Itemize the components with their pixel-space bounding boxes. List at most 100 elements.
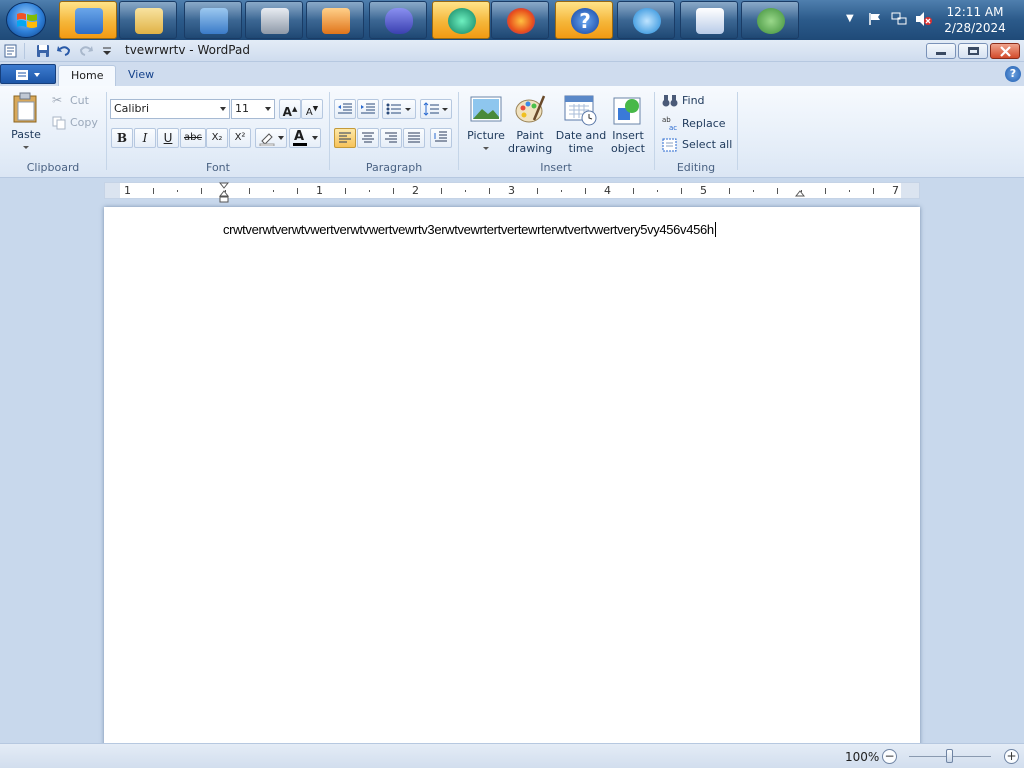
align-left-button[interactable] — [334, 128, 356, 148]
justify-button[interactable] — [403, 128, 425, 148]
highlight-color-button[interactable] — [255, 128, 287, 148]
ribbon-tab-row: Home View ? — [0, 62, 1024, 86]
bullet-list-button[interactable] — [382, 99, 416, 119]
ruler-left-margin — [105, 183, 120, 198]
bold-button[interactable]: B — [111, 128, 133, 148]
tab-view[interactable]: View — [116, 65, 166, 86]
grow-font-button[interactable]: A▲ — [279, 99, 301, 119]
taskbar-calculator[interactable] — [245, 1, 303, 39]
font-family-value: Calibri — [114, 102, 150, 115]
hanging-indent-marker-icon[interactable] — [219, 190, 229, 204]
zoom-slider-thumb[interactable] — [946, 749, 953, 763]
ruler-dot — [849, 190, 850, 192]
undo-icon[interactable] — [56, 43, 72, 59]
align-center-button[interactable] — [357, 128, 379, 148]
line-spacing-button[interactable] — [420, 99, 452, 119]
windows-logo-icon — [17, 13, 37, 28]
customize-quick-access-icon[interactable] — [99, 43, 115, 59]
zoom-out-button[interactable]: − — [882, 749, 897, 764]
taskbar-windows-explorer[interactable] — [119, 1, 177, 39]
ruler[interactable]: 1 1 2 3 4 5 7 — [104, 182, 920, 203]
paint-drawing-label-line1: Paint — [516, 129, 544, 142]
font-size-select[interactable]: 11 — [231, 99, 275, 119]
ruler-number: 1 — [124, 184, 131, 197]
document-text[interactable]: crwtverwtverwtvwertverwtvwertvewrtv3erwt… — [223, 222, 714, 237]
date-and-time-label-line2: time — [568, 142, 594, 155]
taskbar-control-panel[interactable] — [59, 1, 117, 39]
wordpad-app-icon[interactable] — [3, 43, 19, 59]
align-right-button[interactable] — [380, 128, 402, 148]
taskbar-help[interactable]: ? — [555, 1, 613, 39]
help-icon: ? — [571, 8, 599, 34]
taskbar-remote-desktop[interactable] — [184, 1, 242, 39]
close-button[interactable] — [990, 43, 1020, 59]
italic-button[interactable]: I — [134, 128, 156, 148]
minimize-button[interactable] — [926, 43, 956, 59]
paragraph-settings-button[interactable] — [430, 128, 452, 148]
document-page[interactable]: crwtverwtverwtvwertverwtvwertvewrtv3erwt… — [104, 207, 920, 747]
select-all-label: Select all — [682, 138, 733, 151]
ruler-tick — [873, 188, 874, 194]
date-and-time-button[interactable]: Date and time — [555, 92, 607, 156]
minimize-icon — [936, 52, 946, 55]
redo-icon[interactable] — [78, 43, 94, 59]
picture-dropdown-arrow-icon — [483, 147, 489, 150]
clock[interactable]: 12:11 AM 2/28/2024 — [940, 4, 1010, 36]
replace-button[interactable]: ab ac Replace — [662, 115, 732, 132]
save-icon[interactable] — [35, 43, 51, 59]
taskbar-windows-update[interactable] — [741, 1, 799, 39]
shrink-font-button[interactable]: A▼ — [301, 99, 323, 119]
restore-icon — [968, 47, 979, 55]
font-color-button[interactable]: A — [289, 128, 321, 148]
action-center-flag-icon[interactable] — [868, 12, 882, 26]
tab-home[interactable]: Home — [58, 65, 117, 86]
paint-drawing-button[interactable]: Paint drawing — [508, 92, 552, 156]
chevron-down-icon — [278, 136, 284, 140]
ruler-tick — [249, 188, 250, 194]
taskbar-green-orb-app[interactable] — [432, 1, 490, 39]
taskbar: ? ▼ 12:11 AM 2/28/2024 — [0, 0, 1024, 40]
ruler-dot — [177, 190, 178, 192]
editing-group-label: Editing — [676, 161, 716, 174]
taskbar-internet-explorer[interactable] — [617, 1, 675, 39]
application-menu-button[interactable] — [0, 64, 56, 84]
decrease-indent-button[interactable] — [334, 99, 356, 119]
show-hidden-icons-icon[interactable]: ▼ — [846, 13, 854, 24]
right-indent-marker-icon[interactable] — [795, 190, 805, 198]
zoom-level-text[interactable]: 100% — [845, 750, 879, 764]
paste-icon — [13, 92, 37, 123]
increase-indent-button[interactable] — [357, 99, 379, 119]
taskbar-infinity-app[interactable] — [369, 1, 427, 39]
underline-button[interactable]: U — [157, 128, 179, 148]
replace-icon: abac — [662, 116, 677, 131]
taskbar-media-player[interactable] — [306, 1, 364, 39]
superscript-button[interactable]: X² — [229, 128, 251, 148]
zoom-in-button[interactable]: + — [1004, 749, 1019, 764]
find-button[interactable]: Find — [662, 93, 732, 110]
ruler-number: 7 — [892, 184, 899, 197]
first-line-indent-marker-icon[interactable] — [219, 182, 229, 190]
help-icon[interactable]: ? — [1005, 66, 1021, 82]
taskbar-firefox[interactable] — [491, 1, 549, 39]
ruler-tick — [825, 188, 826, 194]
ruler-tick — [153, 188, 154, 194]
copy-button[interactable]: Copy — [52, 115, 102, 132]
insert-object-label-line1: Insert — [612, 129, 644, 142]
picture-button[interactable]: Picture — [464, 92, 508, 156]
paste-button[interactable]: Paste — [6, 90, 46, 156]
document-text-line[interactable]: crwtverwtverwtvwertverwtvwertvewrtv3erwt… — [223, 222, 716, 237]
subscript-button[interactable]: X₂ — [206, 128, 228, 148]
select-all-button[interactable]: Select all — [662, 137, 732, 154]
network-icon[interactable] — [891, 12, 907, 26]
start-button[interactable] — [6, 2, 46, 38]
paint-drawing-label-line2: drawing — [508, 142, 553, 155]
strikethrough-button[interactable]: abc — [180, 128, 206, 148]
insert-object-icon — [613, 97, 641, 125]
taskbar-wordpad[interactable] — [680, 1, 738, 39]
font-family-select[interactable]: Calibri — [110, 99, 230, 119]
restore-button[interactable] — [958, 43, 988, 59]
volume-muted-icon[interactable] — [915, 11, 933, 27]
cut-button[interactable]: ✂ Cut — [52, 93, 102, 110]
status-bar: 100% − + — [0, 743, 1024, 768]
insert-object-button[interactable]: Insert object — [607, 92, 649, 156]
